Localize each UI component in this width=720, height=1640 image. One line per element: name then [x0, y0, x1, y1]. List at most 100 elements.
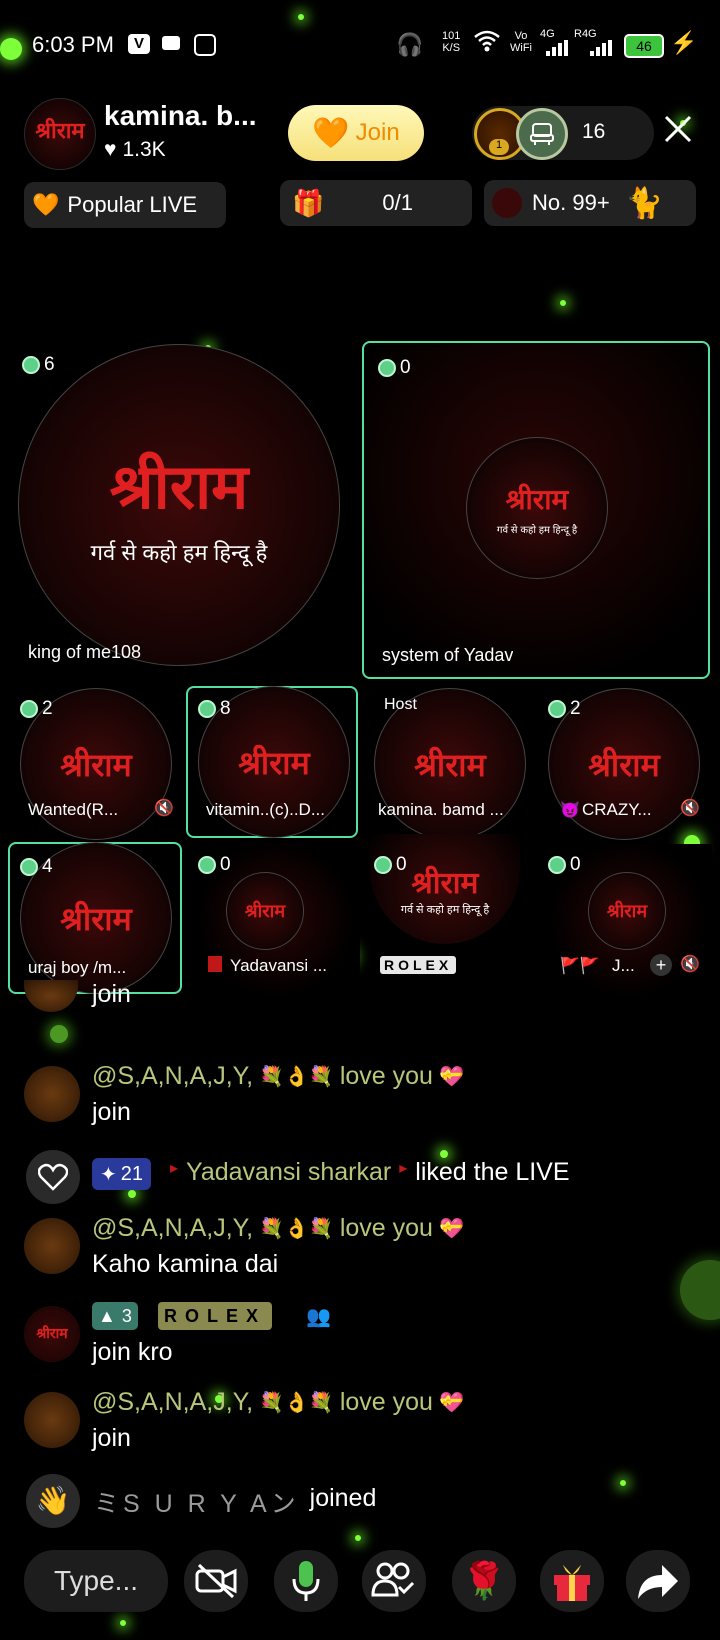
seat-tagline: गर्व से कहो हम हिन्दू है [496, 525, 578, 536]
instagram-icon [194, 34, 216, 56]
seat-dot-icon [22, 356, 40, 374]
seat-logo: श्रीराम [606, 901, 648, 922]
flags-icon: 🚩🚩 [560, 958, 600, 975]
seat-row2-4[interactable]: श्रीराम 0 🚩🚩 J... + 🔇 [544, 844, 712, 994]
seat-large-1[interactable]: 6 श्रीराम गर्व से कहो हम हिन्दू है king … [6, 338, 354, 676]
chat-input[interactable]: Type... [24, 1550, 168, 1612]
room-avatar[interactable]: श्रीराम [24, 98, 96, 170]
charging-icon: ⚡ [670, 30, 698, 55]
chat-username-row[interactable]: @S,A,N,A,J,Y, 💐👌💐 love you 💝 [92, 1388, 464, 1417]
rose-icon: 🌹 [461, 1560, 507, 1601]
join-button[interactable]: 🧡 Join [288, 105, 424, 161]
seat-count: 0 [198, 854, 231, 876]
seat-count: 0 [374, 854, 407, 876]
seat-count: 4 [20, 856, 53, 878]
chat-username-row[interactable]: @S,A,N,A,J,Y, 💐👌💐 love you 💝 [92, 1062, 464, 1091]
seat-count-value: 0 [400, 357, 411, 378]
seat-avatar: श्रीराम गर्व से कहो हम हिन्दू है [466, 437, 608, 579]
close-icon[interactable] [662, 113, 694, 145]
network-speed: 101 K/S [442, 30, 460, 54]
rose-gift-button[interactable]: 🌹 [452, 1550, 516, 1612]
popular-live-badge[interactable]: 🧡 Popular LIVE [24, 182, 226, 228]
flag-icon: ▸ [399, 1160, 408, 1177]
seat-icon[interactable] [516, 108, 568, 160]
like-text: liked the LIVE [415, 1158, 570, 1186]
flag-icon: ▸ [170, 1160, 179, 1177]
chat-username: @S,A,N,A,J,Y, [92, 1062, 254, 1090]
gift-progress-value: 0/1 [382, 190, 413, 215]
seat-count-value: 6 [44, 354, 55, 375]
gift-button[interactable] [540, 1550, 604, 1612]
seat-row1-host[interactable]: श्रीराम Host kamina. bamd ... [366, 688, 534, 840]
signal1-icon [546, 40, 570, 56]
share-button[interactable] [626, 1550, 690, 1612]
room-name[interactable]: kamina. b... [104, 100, 257, 132]
rolex-badge[interactable]: ROLEX [158, 1302, 273, 1330]
network-speed-value: 101 [442, 30, 461, 42]
seat-row2-1[interactable]: श्रीराम 4 uraj boy /m... [8, 842, 182, 994]
signal2-icon [590, 40, 614, 56]
seat-dot-icon [374, 856, 392, 874]
seat-name: J... [612, 956, 635, 975]
chat-input-placeholder: Type... [53, 1565, 139, 1596]
seat-count: 0 [378, 357, 411, 379]
chat-username[interactable]: ミS U R Y Aン [94, 1484, 300, 1520]
seat-row1-4[interactable]: श्रीराम 2 😈 CRAZY... 🔇 [544, 688, 712, 840]
seat-name: uraj boy /m... [28, 958, 127, 977]
seat-name: system of Yadav [382, 645, 514, 665]
level-badge: ▲ 3 [92, 1302, 138, 1330]
seat-logo: श्रीराम [588, 745, 660, 784]
seat-count: 6 [22, 354, 55, 376]
chat-username-suffix: love you [339, 1214, 433, 1242]
cat-icon: 🐈 [625, 186, 664, 220]
seat-logo: श्रीराम [411, 866, 479, 901]
seat-row1-2[interactable]: श्रीराम 8 vitamin..(c)..D... [186, 686, 358, 838]
wave-hand-icon: 👋 [26, 1474, 80, 1528]
seat-name: CRAZY... [582, 800, 652, 819]
like-heart-icon [26, 1150, 80, 1204]
add-icon[interactable]: + [650, 954, 672, 976]
seat-count-value: 0 [570, 854, 581, 875]
seat-large-2[interactable]: 0 श्रीराम गर्व से कहो हम हिन्दू है syste… [362, 341, 710, 679]
join-label: Join [355, 119, 400, 146]
mic-button[interactable] [274, 1550, 338, 1612]
heart-gift-icon: 💝 [438, 1392, 464, 1414]
seat-count-value: 2 [570, 698, 581, 719]
joined-text: joined [309, 1484, 377, 1512]
app-v-icon: V [128, 34, 150, 54]
chat-avatar[interactable] [24, 980, 78, 1012]
seat-row2-3[interactable]: श्रीराम गर्व से कहो हम हिन्दू है 0 ROLEX [366, 834, 534, 994]
chat-avatar[interactable] [24, 1066, 80, 1122]
gift-progress[interactable]: 🎁 0/1 [280, 180, 472, 226]
chat-message-text: Kaho kamina dai [92, 1250, 279, 1278]
network-speed-unit: K/S [442, 42, 461, 54]
rank-badge[interactable]: No. 99+ 🐈 [484, 180, 696, 226]
viewer-count[interactable]: 16 [582, 120, 605, 144]
chat-avatar-logo: श्रीराम [36, 1326, 68, 1342]
rank-avatar [492, 188, 522, 218]
chat-avatar[interactable] [24, 1218, 80, 1274]
chat-username[interactable]: Yadavansi sharkar [186, 1158, 391, 1187]
chat-avatar[interactable] [24, 1392, 80, 1448]
mic-muted-icon: 🔇 [680, 800, 700, 817]
mic-icon [292, 1561, 320, 1601]
seat-logo: श्रीराम [60, 745, 132, 784]
level-value: 21 [120, 1162, 144, 1185]
seat-count: 2 [548, 698, 581, 720]
users-icon: 👥 [306, 1306, 331, 1328]
seat-dot-icon [198, 856, 216, 874]
top-viewer-rank: 1 [489, 139, 509, 155]
participants-button[interactable] [362, 1550, 426, 1612]
seat-logo: श्रीराम [109, 450, 249, 523]
seat-row1-1[interactable]: श्रीराम 2 Wanted(R... 🔇 [8, 688, 176, 840]
seat-row2-2[interactable]: श्रीराम 0 Yadavansi ... [192, 844, 360, 994]
camera-off-button[interactable] [184, 1550, 248, 1612]
chat-username-row[interactable]: @S,A,N,A,J,Y, 💐👌💐 love you 💝 [92, 1214, 464, 1243]
seat-avatar: श्रीराम गर्व से कहो हम हिन्दू है [18, 344, 340, 666]
wifi-icon [474, 30, 500, 52]
like-event: ▸ Yadavansi sharkar ▸ liked the LIVE [170, 1158, 570, 1187]
chat-avatar[interactable]: श्रीराम [24, 1306, 80, 1362]
seat-dot-icon [20, 700, 38, 718]
joined-event: ミS U R Y Aン joined [94, 1484, 376, 1520]
seat-count: 8 [198, 698, 231, 720]
